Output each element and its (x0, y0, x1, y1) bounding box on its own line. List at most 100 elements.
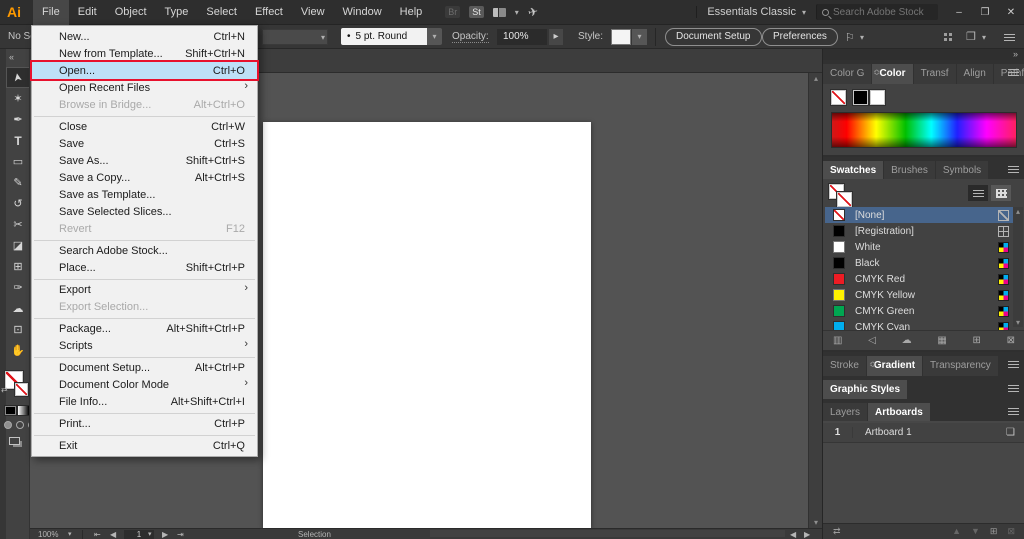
page-icon[interactable]: ❏ (1006, 427, 1015, 438)
menu-item-search-adobe-stock[interactable]: Search Adobe Stock... › (32, 242, 257, 259)
menu-item-new-from-template[interactable]: New from Template... Shift+Ctrl+N › (32, 45, 257, 62)
stock-icon[interactable]: St (469, 6, 484, 18)
touch-workspace-icon[interactable] (944, 33, 947, 36)
menu-item-place[interactable]: Place... Shift+Ctrl+P › (32, 259, 257, 276)
rotate-tool[interactable]: ↺ (6, 193, 30, 214)
arrange-documents-icon[interactable] (493, 8, 506, 17)
restore-button[interactable]: ❐ (972, 0, 998, 25)
style-dropdown-chevron[interactable]: ▾ (632, 29, 647, 45)
menu-item-save-as-template[interactable]: Save as Template... › (32, 186, 257, 203)
chevron-down-icon[interactable]: ▾ (860, 33, 864, 42)
tab-color-guide[interactable]: Color G (823, 64, 871, 84)
swap-fill-stroke-icon[interactable]: ⇄ (1, 385, 8, 394)
brush-dropdown-chevron[interactable]: ▾ (427, 28, 442, 45)
first-artboard-button[interactable]: ⇤ (94, 530, 101, 539)
last-artboard-button[interactable]: ⇥ (177, 530, 184, 539)
menu-edit[interactable]: Edit (69, 0, 106, 25)
swatches-panel-menu-icon[interactable] (1008, 166, 1019, 173)
tab-align[interactable]: Align (957, 64, 993, 84)
chevron-down-icon[interactable]: ▾ (982, 33, 986, 42)
chevron-down-icon[interactable]: ▾ (68, 530, 72, 538)
swatch-white[interactable]: White (825, 239, 1013, 255)
app-logo-icon[interactable]: Ai (7, 4, 33, 20)
list-view-button[interactable] (968, 185, 988, 201)
options-panel-menu-icon[interactable] (1004, 34, 1015, 41)
search-input[interactable] (833, 7, 933, 18)
swatch-cmyk-cyan[interactable]: CMYK Cyan (825, 319, 1013, 330)
menu-item-save-as[interactable]: Save As... Shift+Ctrl+S › (32, 152, 257, 169)
menu-item-open[interactable]: Open... Ctrl+O › (32, 62, 257, 79)
gradient-button[interactable] (17, 405, 30, 416)
close-button[interactable]: ✕ (998, 0, 1024, 25)
vertical-scrollbar[interactable]: ▴ ▾ (808, 73, 822, 528)
move-down-icon[interactable]: ▼ (971, 526, 980, 537)
magic-wand-tool[interactable]: ✶ (6, 88, 30, 109)
draw-inside-mode[interactable] (28, 421, 30, 429)
chevron-down-icon[interactable]: ▾ (148, 530, 152, 538)
swatch-libraries-icon[interactable]: ▥ (833, 335, 842, 346)
hand-tool[interactable]: ✋ (6, 340, 30, 361)
pen-tool[interactable]: ✒ (6, 109, 30, 130)
menu-item-export-selection[interactable]: Export Selection... › (32, 298, 257, 315)
symbol-sprayer-tool[interactable]: ☁ (6, 298, 30, 319)
swatch-list-scrollbar[interactable]: ▴ ▾ (1013, 207, 1023, 327)
menu-item-file-info[interactable]: File Info... Alt+Shift+Ctrl+I › (32, 393, 257, 410)
menu-item-scripts[interactable]: Scripts › (32, 337, 257, 354)
zoom-level-dropdown[interactable]: 100% (38, 530, 58, 539)
scroll-down-icon[interactable]: ▾ (809, 518, 823, 527)
scroll-left-icon[interactable]: ◀ (790, 530, 796, 539)
color-panel-menu-icon[interactable] (1008, 69, 1019, 76)
new-artboard-icon[interactable]: ⊞ (990, 526, 998, 537)
tab-brushes[interactable]: Brushes (884, 161, 935, 181)
tab-transparency[interactable]: Transparency (923, 356, 998, 376)
chevron-down-icon[interactable]: ▾ (515, 8, 519, 17)
eraser-tool[interactable]: ◪ (6, 235, 30, 256)
opacity-input[interactable]: 100% (497, 29, 547, 45)
menu-item-close[interactable]: Close Ctrl+W › (32, 118, 257, 135)
scroll-down-icon[interactable]: ▾ (1013, 318, 1023, 327)
collapse-dock-icon[interactable]: » (1013, 49, 1018, 59)
color-button[interactable] (4, 405, 17, 416)
tab-swatches[interactable]: Swatches (823, 161, 883, 181)
scroll-up-icon[interactable]: ▴ (809, 74, 823, 83)
opacity-stepper-button[interactable]: ▸ (549, 29, 563, 45)
swatch-cmyk-red[interactable]: CMYK Red (825, 271, 1013, 287)
swatch-kinds-icon[interactable]: ◁ (868, 335, 876, 346)
minimize-button[interactable]: – (946, 0, 972, 25)
color-white-proxy[interactable] (870, 90, 885, 105)
delete-swatch-icon[interactable]: ⊠ (1007, 335, 1015, 346)
menu-item-save[interactable]: Save Ctrl+S › (32, 135, 257, 152)
tab-transform[interactable]: Transf (914, 64, 956, 84)
draw-behind-mode[interactable] (16, 421, 24, 429)
menu-item-revert[interactable]: Revert F12 › (32, 220, 257, 237)
arrange-documents-icon[interactable]: ❐ (966, 30, 976, 43)
rectangle-tool[interactable]: ▭ (6, 151, 30, 172)
next-artboard-button[interactable]: ▶ (162, 530, 168, 539)
menu-object[interactable]: Object (106, 0, 156, 25)
delete-artboard-icon[interactable]: ⊠ (1007, 526, 1015, 537)
menu-file[interactable]: File (33, 0, 69, 25)
paintbrush-tool[interactable]: ✎ (6, 172, 30, 193)
menu-item-export[interactable]: Export › (32, 281, 257, 298)
rearrange-artboards-icon[interactable]: ⇄ (833, 526, 841, 537)
collapse-toolbar-icon[interactable]: « (9, 52, 14, 62)
swatch-cmyk-green[interactable]: CMYK Green (825, 303, 1013, 319)
previous-artboard-button[interactable]: ◀ (110, 530, 116, 539)
gradient-panel-menu-icon[interactable] (1008, 361, 1019, 368)
perspective-grid-tool[interactable]: ⊞ (6, 256, 30, 277)
bridge-icon[interactable]: Br (445, 6, 460, 18)
variable-width-profile-dropdown[interactable]: ▾ (262, 29, 328, 45)
grid-view-button[interactable] (991, 185, 1011, 201)
artboard-row[interactable]: 1 Artboard 1 ❏ (823, 423, 1024, 443)
color-none-proxy[interactable] (831, 90, 846, 105)
swatch-none[interactable]: [None] (825, 207, 1013, 223)
menu-help[interactable]: Help (391, 0, 432, 25)
align-options-icon[interactable]: ⚐ (845, 31, 855, 44)
tab-layers[interactable]: Layers (823, 403, 867, 423)
menu-window[interactable]: Window (334, 0, 391, 25)
new-swatch-icon[interactable]: ⊞ (972, 335, 980, 346)
move-up-icon[interactable]: ▲ (952, 526, 961, 537)
menu-item-exit[interactable]: Exit Ctrl+Q › (32, 437, 257, 454)
horizontal-scrollbar[interactable] (430, 530, 785, 537)
menu-item-open-recent-files[interactable]: Open Recent Files › (32, 79, 257, 96)
